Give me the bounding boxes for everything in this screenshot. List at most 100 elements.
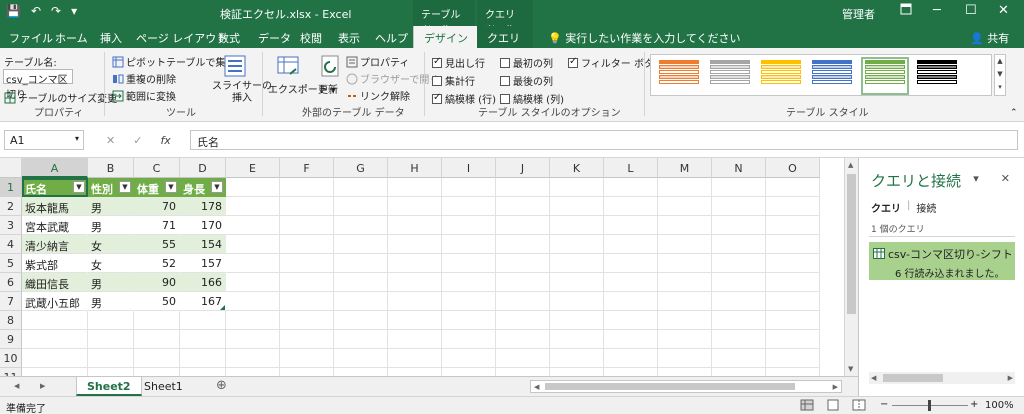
checkbox-unchecked[interactable] (500, 76, 510, 86)
empty-cell[interactable] (226, 178, 280, 197)
table-resize-handle[interactable] (220, 305, 225, 310)
empty-cell[interactable] (550, 292, 604, 311)
tab-query[interactable]: クエリ (477, 26, 533, 48)
empty-cell[interactable] (226, 197, 280, 216)
worksheet-grid[interactable]: A B C D E F G H I J K L M N O 1 氏名 ▼ 性別 ▼ 体重 ▼ 身長 ▼ 2 坂本龍馬男 70 178 3… (0, 158, 858, 376)
empty-cell[interactable] (442, 254, 496, 273)
empty-cell[interactable] (226, 330, 280, 349)
empty-cell[interactable] (712, 178, 766, 197)
empty-cell[interactable] (550, 349, 604, 368)
convert-to-range-button[interactable]: 範囲に変換 (112, 88, 176, 103)
tab-file[interactable]: ファイル (9, 30, 53, 46)
table-header-cell[interactable]: 身長 ▼ (180, 178, 226, 197)
empty-cell[interactable] (766, 235, 820, 254)
gallery-scroll-arrows[interactable]: ▲ ▼ ▾ (994, 54, 1006, 96)
open-in-browser-button[interactable]: ブラウザーで開く (346, 71, 439, 86)
tab-connections[interactable]: 接続 (916, 200, 936, 215)
name-box[interactable]: A1 ▾ (4, 130, 84, 150)
row-header[interactable]: 5 (0, 254, 22, 273)
empty-cell[interactable] (550, 273, 604, 292)
row-header[interactable]: 4 (0, 235, 22, 254)
column-header[interactable]: N (712, 158, 766, 178)
empty-cell[interactable] (604, 349, 658, 368)
table-cell[interactable]: 織田信長 (22, 273, 88, 292)
empty-cell[interactable] (226, 254, 280, 273)
empty-cell[interactable] (604, 368, 658, 376)
empty-cell[interactable] (334, 235, 388, 254)
empty-cell[interactable] (712, 330, 766, 349)
column-header[interactable]: J (496, 158, 550, 178)
empty-cell[interactable] (604, 235, 658, 254)
empty-cell[interactable] (712, 254, 766, 273)
empty-cell[interactable] (658, 235, 712, 254)
empty-cell[interactable] (334, 311, 388, 330)
table-cell[interactable]: 178 (180, 197, 226, 216)
empty-cell[interactable] (766, 349, 820, 368)
column-header[interactable]: B (88, 158, 134, 178)
table-cell[interactable]: 武蔵小五郎 (22, 292, 88, 311)
scroll-left-icon[interactable]: ◀ (534, 383, 539, 391)
empty-cell[interactable] (496, 273, 550, 292)
empty-cell[interactable] (226, 235, 280, 254)
zoom-level[interactable]: 100% (985, 400, 1014, 411)
empty-cell[interactable] (550, 330, 604, 349)
option-first-column[interactable]: 最初の列 (500, 55, 553, 70)
add-sheet-button[interactable]: ⊕ (206, 377, 237, 396)
empty-cell[interactable] (604, 197, 658, 216)
sheet-tab-sheet2[interactable]: Sheet2 (76, 377, 142, 396)
tab-insert[interactable]: 挿入 (100, 30, 122, 46)
horizontal-scrollbar[interactable]: ◀ ▶ (530, 380, 842, 393)
tell-me-search[interactable]: 💡 実行したい作業を入力してください (548, 30, 741, 46)
checkbox-unchecked[interactable] (500, 94, 510, 104)
empty-cell[interactable] (658, 178, 712, 197)
table-cell[interactable]: 紫式部 (22, 254, 88, 273)
column-header[interactable]: M (658, 158, 712, 178)
empty-cell[interactable] (334, 254, 388, 273)
empty-cell[interactable] (134, 330, 180, 349)
empty-cell[interactable] (658, 330, 712, 349)
filter-dropdown-icon[interactable]: ▼ (165, 181, 177, 193)
empty-cell[interactable] (442, 292, 496, 311)
table-cell[interactable]: 清少納言 (22, 235, 88, 254)
empty-cell[interactable] (658, 311, 712, 330)
empty-cell[interactable] (226, 368, 280, 376)
column-header[interactable]: L (604, 158, 658, 178)
empty-cell[interactable] (442, 216, 496, 235)
chevron-down-icon[interactable]: ▾ (75, 134, 79, 143)
empty-cell[interactable] (712, 311, 766, 330)
option-total-row[interactable]: 集計行 (432, 73, 475, 88)
empty-cell[interactable] (442, 311, 496, 330)
row-header[interactable]: 11 (0, 368, 22, 376)
table-style-swatch[interactable] (915, 59, 959, 93)
sheet-tab-sheet1[interactable]: Sheet1 (134, 377, 193, 396)
close-pane-icon[interactable]: ✕ (1001, 172, 1010, 185)
table-style-swatch[interactable] (657, 59, 701, 93)
empty-cell[interactable] (388, 349, 442, 368)
empty-cell[interactable] (604, 216, 658, 235)
row-header[interactable]: 1 (0, 178, 22, 197)
prev-sheet-icon[interactable]: ◀ (14, 382, 19, 390)
table-cell[interactable]: 50 (134, 292, 180, 311)
tab-formulas[interactable]: 数式 (218, 30, 240, 46)
user-name[interactable]: 管理者 (842, 6, 875, 22)
empty-cell[interactable] (180, 349, 226, 368)
empty-cell[interactable] (226, 273, 280, 292)
pane-horizontal-scrollbar[interactable]: ◀ ▶ (869, 372, 1015, 384)
empty-cell[interactable] (496, 330, 550, 349)
empty-cell[interactable] (658, 368, 712, 376)
table-cell[interactable]: 坂本龍馬 (22, 197, 88, 216)
empty-cell[interactable] (442, 349, 496, 368)
row-header[interactable]: 7 (0, 292, 22, 311)
scroll-right-icon[interactable]: ▶ (1008, 374, 1013, 382)
empty-cell[interactable] (442, 330, 496, 349)
column-header[interactable]: I (442, 158, 496, 178)
column-header[interactable]: D (180, 158, 226, 178)
empty-cell[interactable] (550, 197, 604, 216)
empty-cell[interactable] (658, 349, 712, 368)
empty-cell[interactable] (604, 311, 658, 330)
empty-cell[interactable] (604, 178, 658, 197)
tab-data[interactable]: データ (258, 30, 291, 46)
tab-review[interactable]: 校閲 (300, 30, 322, 46)
empty-cell[interactable] (226, 311, 280, 330)
empty-cell[interactable] (604, 254, 658, 273)
